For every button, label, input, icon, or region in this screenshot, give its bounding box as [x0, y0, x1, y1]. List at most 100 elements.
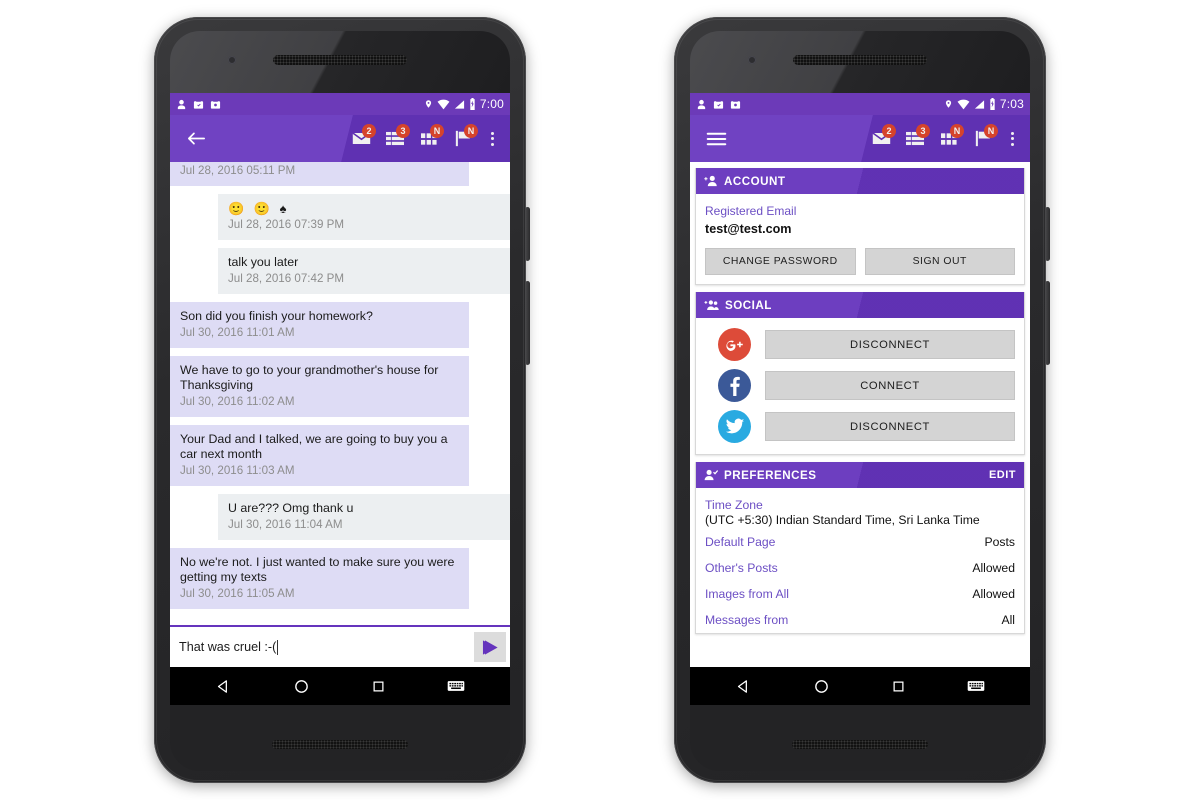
power-button[interactable] — [525, 207, 530, 261]
status-bar-clock: 7:03 — [999, 97, 1024, 111]
images-from-all-value: Allowed — [972, 587, 1015, 601]
flags-button[interactable]: N — [449, 123, 478, 154]
preference-row-messages-from[interactable]: Messages from All — [705, 607, 1015, 633]
preference-row-images-from-all[interactable]: Images from All Allowed — [705, 581, 1015, 607]
front-camera — [228, 56, 236, 64]
google-plus-icon[interactable] — [718, 328, 751, 361]
screen-chat: 7:00 2 3 N N Jul 28, 2016 05:11 PM 🙂 🙂 ♠… — [170, 93, 510, 705]
settings-scroll-area[interactable]: ACCOUNT Registered Email test@test.com C… — [690, 162, 1030, 667]
phone-right-settings: 7:03 2 3 N N ACCOUNT Registered Email te… — [674, 17, 1050, 783]
front-camera — [748, 56, 756, 64]
account-actions: CHANGE PASSWORD SIGN OUT — [705, 248, 1015, 275]
message-bubble-incoming[interactable]: Your Dad and I talked, we are going to b… — [170, 425, 469, 486]
apps-grid-badge: N — [430, 123, 444, 138]
twitter-icon[interactable] — [718, 410, 751, 443]
preference-row-time-zone[interactable]: Time Zone (UTC +5:30) Indian Standard Ti… — [705, 493, 1015, 529]
bottom-speaker-grille — [792, 740, 928, 749]
message-bubble-outgoing[interactable]: talk you later Jul 28, 2016 07:42 PM — [218, 248, 510, 294]
app-bar: 2 3 N N — [170, 115, 510, 162]
messages-from-value: All — [1001, 613, 1015, 627]
send-play-icon — [482, 639, 498, 655]
app-bar-actions: 2 3 N N — [347, 123, 501, 154]
social-row-google-plus: DISCONNECT — [696, 324, 1015, 365]
nav-keyboard-button[interactable] — [447, 679, 465, 693]
facebook-icon[interactable] — [718, 369, 751, 402]
location-pin-icon — [425, 100, 431, 108]
preference-row-default-page[interactable]: Default Page Posts — [705, 529, 1015, 555]
message-timestamp: Jul 30, 2016 11:03 AM — [180, 464, 295, 477]
add-group-icon — [704, 300, 719, 310]
nav-home-button[interactable] — [293, 678, 310, 695]
recents-square-icon — [373, 681, 384, 691]
preferences-card-body: Time Zone (UTC +5:30) Indian Standard Ti… — [696, 488, 1024, 633]
message-bubble-incoming[interactable]: No we're not. I just wanted to make sure… — [170, 548, 469, 609]
send-button[interactable] — [474, 632, 506, 662]
message-bubble-outgoing[interactable]: 🙂 🙂 ♠ Jul 28, 2016 07:39 PM — [218, 194, 510, 240]
message-timestamp: Jul 28, 2016 05:11 PM — [180, 164, 296, 177]
android-nav-bar — [690, 667, 1030, 705]
message-input-value: That was cruel :-( — [179, 640, 277, 654]
flags-badge: N — [984, 123, 998, 138]
nav-back-button[interactable] — [735, 678, 752, 695]
lists-button[interactable]: 3 — [901, 123, 930, 154]
add-person-icon — [704, 175, 717, 187]
back-triangle-icon — [737, 679, 747, 693]
message-bubble-clipped[interactable]: Jul 28, 2016 05:11 PM — [170, 162, 469, 186]
status-bar-notifications — [176, 99, 221, 110]
message-input[interactable]: That was cruel :-( — [179, 639, 468, 655]
message-composer: That was cruel :-( — [170, 625, 510, 667]
sign-out-button[interactable]: SIGN OUT — [864, 248, 1015, 275]
lists-badge: 3 — [916, 123, 930, 138]
nav-recents-button[interactable] — [891, 679, 906, 694]
nav-recents-button[interactable] — [371, 679, 386, 694]
apps-grid-button[interactable]: N — [935, 123, 964, 154]
overflow-menu-icon[interactable] — [1003, 131, 1021, 146]
preferences-card: PREFERENCES EDIT Time Zone (UTC +5:30) I… — [695, 462, 1025, 634]
volume-button[interactable] — [1045, 281, 1050, 365]
message-timestamp: Jul 30, 2016 11:02 AM — [180, 395, 295, 408]
status-bar: 7:03 — [690, 93, 1030, 115]
status-bar-clock: 7:00 — [479, 97, 504, 111]
back-triangle-icon — [217, 679, 227, 693]
hamburger-menu-button[interactable] — [699, 131, 733, 147]
bottom-speaker-grille — [272, 740, 408, 749]
lists-button[interactable]: 3 — [381, 123, 410, 154]
flags-button[interactable]: N — [969, 123, 998, 154]
notification-badge-icon — [713, 99, 724, 109]
nav-keyboard-button[interactable] — [967, 679, 985, 693]
status-bar: 7:00 — [170, 93, 510, 115]
keyboard-icon — [448, 681, 465, 691]
message-text: Son did you finish your homework? — [180, 309, 373, 323]
battery-icon — [470, 98, 475, 110]
change-password-button[interactable]: CHANGE PASSWORD — [705, 248, 856, 275]
messages-button[interactable]: 2 — [867, 123, 896, 154]
message-timestamp: Jul 30, 2016 11:05 AM — [180, 587, 295, 600]
apps-grid-badge: N — [950, 123, 964, 138]
phone-left-chat: 7:00 2 3 N N Jul 28, 2016 05:11 PM 🙂 🙂 ♠… — [154, 17, 530, 783]
apps-grid-button[interactable]: N — [415, 123, 444, 154]
message-text: We have to go to your grandmother's hous… — [180, 363, 439, 392]
twitter-action-button[interactable]: DISCONNECT — [765, 412, 1015, 441]
message-bubble-incoming[interactable]: We have to go to your grandmother's hous… — [170, 356, 469, 417]
message-bubble-incoming[interactable]: Son did you finish your homework? Jul 30… — [170, 302, 469, 348]
overflow-menu-icon[interactable] — [483, 131, 501, 146]
preference-row-others-posts[interactable]: Other's Posts Allowed — [705, 555, 1015, 581]
message-timestamp: Jul 28, 2016 07:42 PM — [228, 272, 345, 285]
registered-email-label: Registered Email — [705, 204, 797, 218]
power-button[interactable] — [1045, 207, 1050, 261]
google-plus-action-button[interactable]: DISCONNECT — [765, 330, 1015, 359]
notification-badge-icon — [193, 99, 204, 109]
nav-home-button[interactable] — [813, 678, 830, 695]
back-button[interactable] — [179, 130, 213, 147]
default-page-label: Default Page — [705, 535, 776, 549]
chat-message-list[interactable]: Jul 28, 2016 05:11 PM 🙂 🙂 ♠ Jul 28, 2016… — [170, 162, 510, 625]
preferences-edit-button[interactable]: EDIT — [989, 469, 1016, 481]
messages-button[interactable]: 2 — [347, 123, 376, 154]
time-zone-label: Time Zone — [705, 498, 763, 512]
facebook-action-button[interactable]: CONNECT — [765, 371, 1015, 400]
nav-back-button[interactable] — [215, 678, 232, 695]
message-text: talk you later — [228, 255, 299, 269]
message-bubble-outgoing[interactable]: U are??? Omg thank u Jul 30, 2016 11:04 … — [218, 494, 510, 540]
screen-settings: 7:03 2 3 N N ACCOUNT Registered Email te… — [690, 93, 1030, 705]
volume-button[interactable] — [525, 281, 530, 365]
